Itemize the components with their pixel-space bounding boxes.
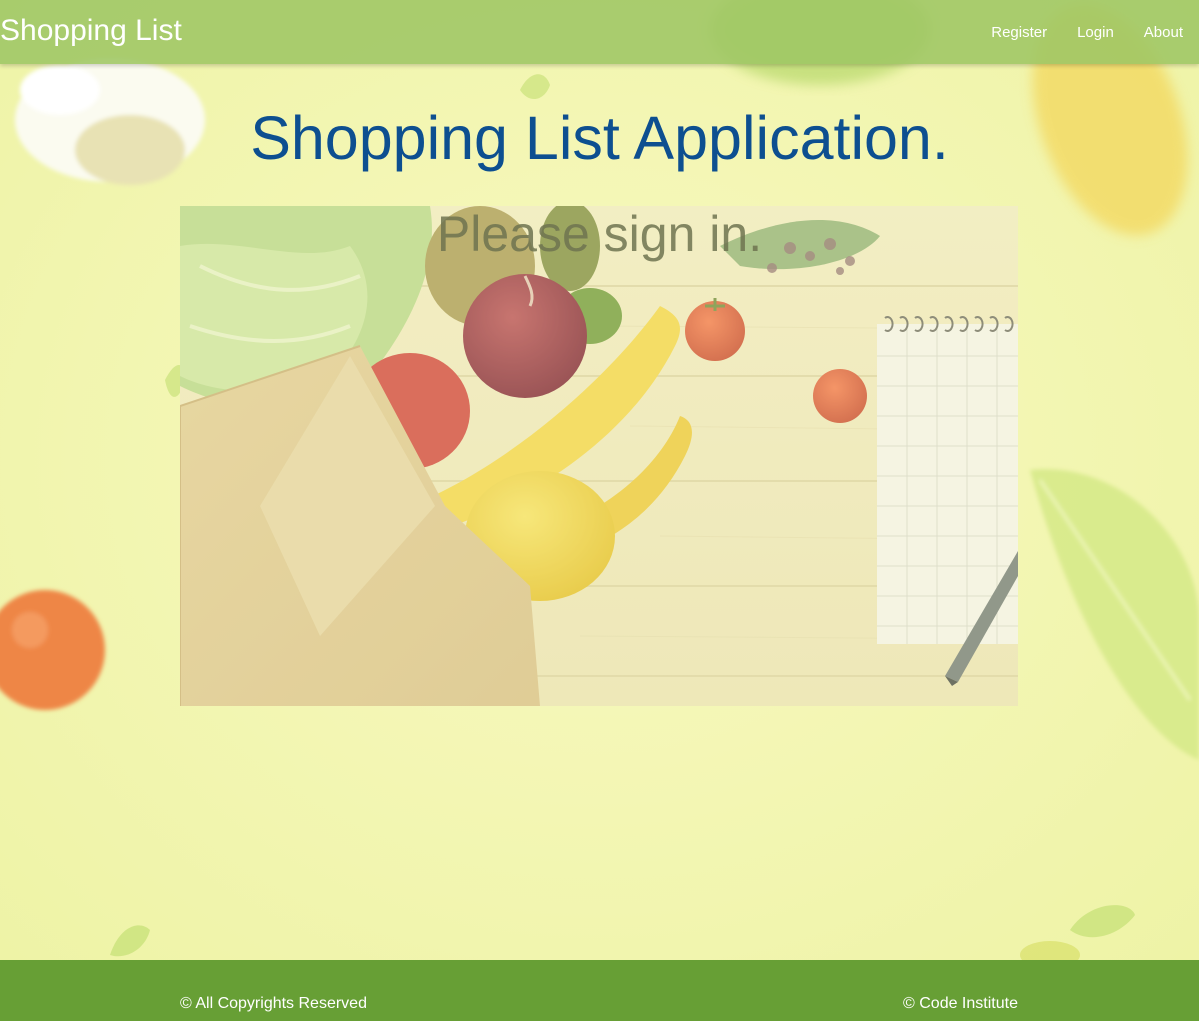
hero-grocery-image [180,206,1018,706]
nav-register-link[interactable]: Register [991,24,1047,41]
footer-copyright: © All Copyrights Reserved [180,995,367,1012]
sign-in-prompt: Please sign in. [436,206,763,262]
page-title: Shopping List Application. [250,104,949,172]
nav-login-link[interactable]: Login [1077,24,1114,41]
nav-links: Register Login About [961,0,1183,64]
footer-credit: © Code Institute [903,995,1018,1012]
nav-about-link[interactable]: About [1144,24,1183,41]
footer: © All Copyrights Reserved © Code Institu… [0,960,1199,1021]
top-navbar: Shopping List Register Login About [0,0,1199,64]
brand-logo-link[interactable]: Shopping List [0,12,182,50]
